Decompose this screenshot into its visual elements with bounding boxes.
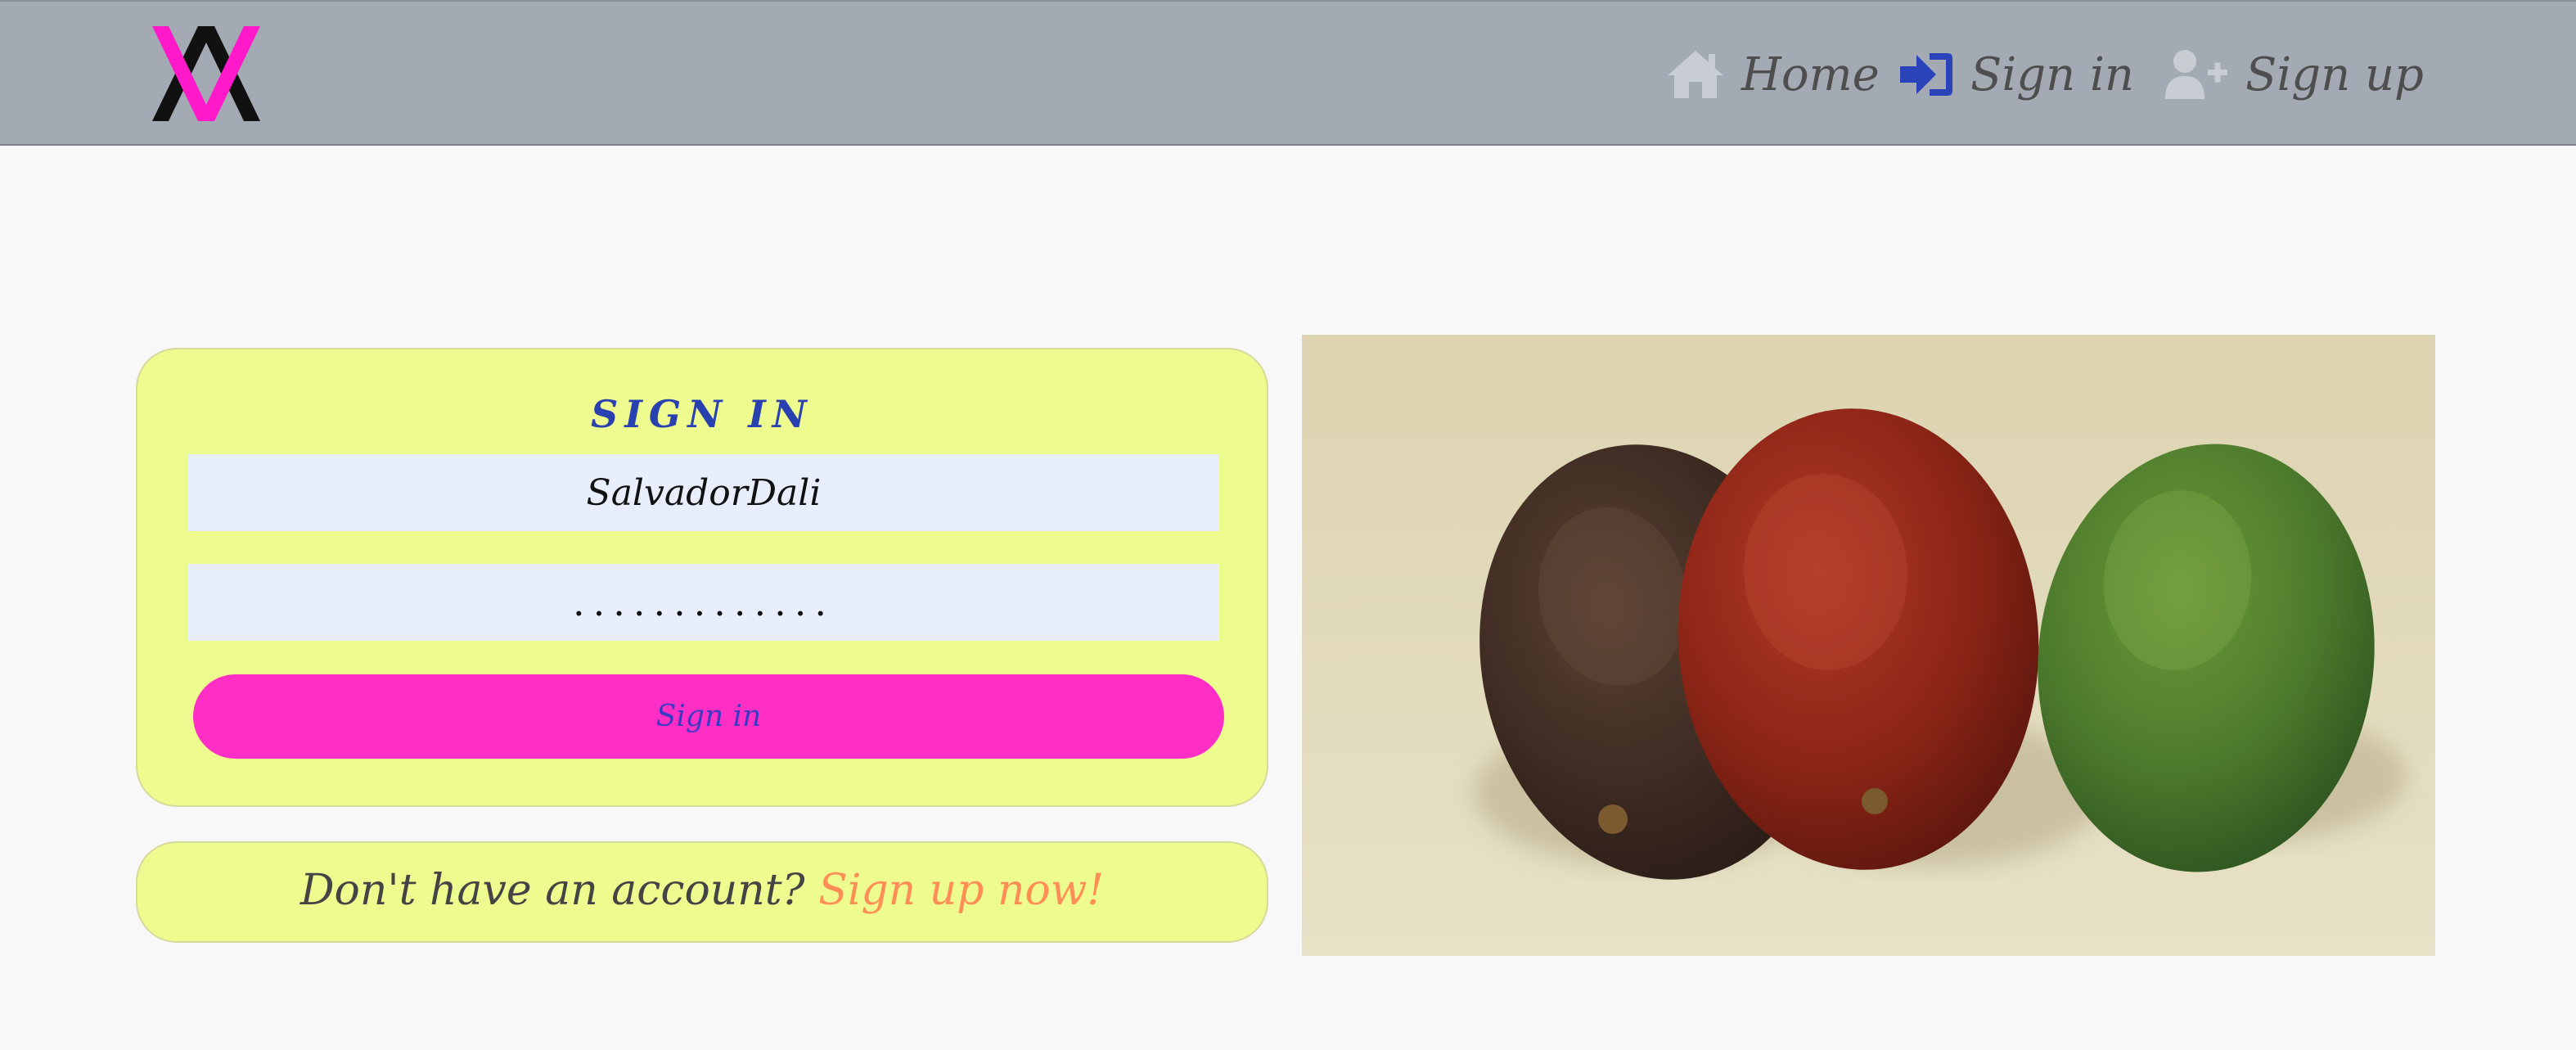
signup-prompt-card: Don't have an account? Sign up now! [136, 841, 1268, 943]
logo-icon[interactable] [152, 26, 262, 121]
nav-signup-label: Sign up [2245, 47, 2424, 101]
signup-question: Don't have an account? [299, 866, 805, 915]
avocado-illustration [1474, 408, 2407, 880]
signin-button[interactable]: Sign in [193, 674, 1224, 759]
nav-home-label: Home [1741, 47, 1880, 101]
avocado-photo [1302, 335, 2435, 956]
sign-in-icon [1900, 53, 1952, 96]
navbar: Home Sign in Sign up [0, 0, 2576, 146]
home-icon [1668, 51, 1723, 98]
signin-card: SIGN IN Sign in [136, 348, 1268, 807]
password-input[interactable] [188, 564, 1219, 641]
nav-signup-link[interactable]: Sign up [2164, 41, 2424, 108]
username-input[interactable] [188, 454, 1219, 531]
user-plus-icon [2165, 50, 2227, 99]
nav-signin-link[interactable]: Sign in [1900, 41, 2134, 108]
nav-home-link[interactable]: Home [1666, 41, 1880, 108]
signup-now-link[interactable]: Sign up now! [818, 866, 1104, 915]
nav-signin-label: Sign in [1970, 47, 2134, 101]
signin-title: SIGN IN [591, 392, 813, 436]
